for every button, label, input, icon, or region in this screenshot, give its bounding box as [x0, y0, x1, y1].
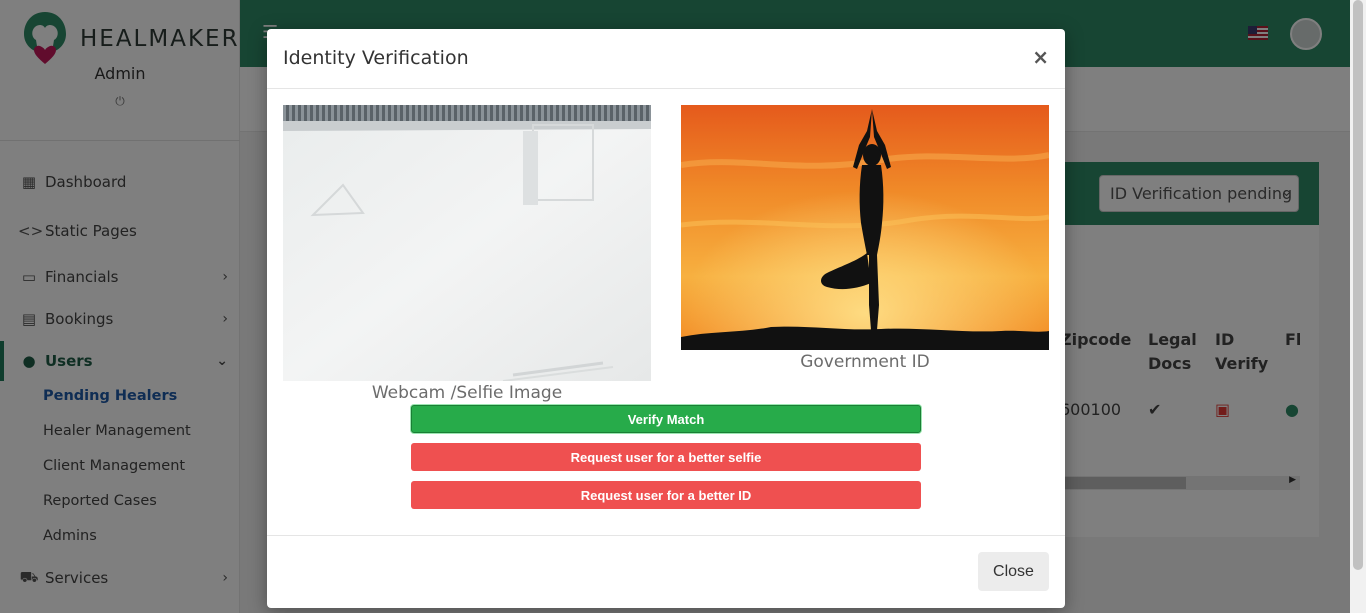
selfie-caption: Webcam /Selfie Image: [371, 383, 563, 403]
modal-header: Identity Verification ×: [267, 29, 1065, 89]
request-better-id-button[interactable]: Request user for a better ID: [411, 481, 921, 509]
government-id-image: [681, 105, 1049, 350]
verify-match-button[interactable]: Verify Match: [411, 405, 921, 433]
modal-footer: Close: [267, 535, 1065, 608]
modal-title: Identity Verification: [283, 47, 469, 69]
page-scrollbar[interactable]: [1350, 0, 1366, 613]
close-icon[interactable]: ×: [1032, 45, 1049, 69]
identity-verification-modal: Identity Verification × Webcam /Selfie I…: [267, 29, 1065, 608]
close-button[interactable]: Close: [978, 552, 1049, 591]
page-scrollbar-thumb[interactable]: [1353, 0, 1363, 570]
selfie-image: [283, 105, 651, 381]
request-better-selfie-button[interactable]: Request user for a better selfie: [411, 443, 921, 471]
government-id-caption: Government ID: [800, 352, 930, 372]
